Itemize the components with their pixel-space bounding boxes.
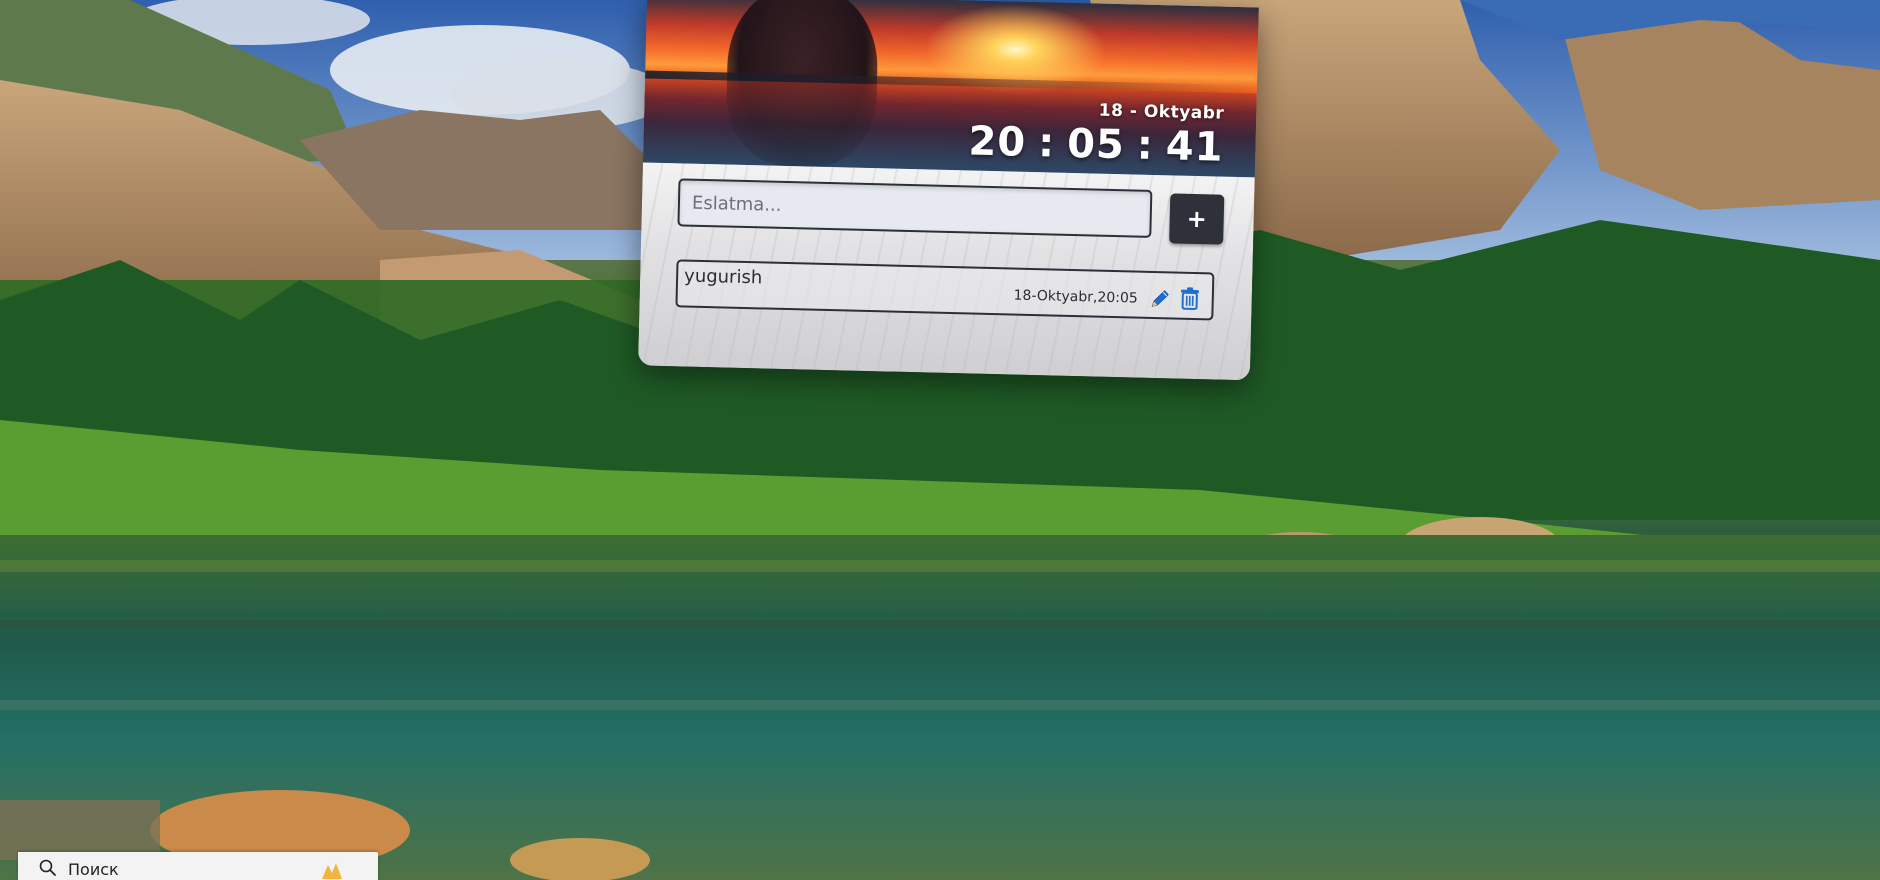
current-date: 18 - Oktyabr [1098, 100, 1225, 124]
search-highlight-icon [322, 863, 342, 879]
reminder-input[interactable] [677, 178, 1153, 238]
search-icon [39, 859, 56, 876]
add-reminder-button[interactable]: + [1169, 193, 1225, 245]
reminder-widget: 18 - Oktyabr 20:05:41 + yugurish 18-Okty… [637, 0, 1259, 381]
taskbar-search-box[interactable]: Поиск [18, 852, 378, 880]
reminder-text: yugurish [683, 265, 763, 289]
clock-minutes: 05 [1066, 120, 1126, 169]
reminder-list-item: yugurish 18-Oktyabr,20:05 [675, 259, 1215, 321]
pencil-icon[interactable] [1150, 287, 1173, 310]
clock-separator: : [1136, 122, 1155, 169]
widget-body: + yugurish 18-Oktyabr,20:05 [637, 162, 1255, 381]
search-placeholder: Поиск [68, 860, 119, 879]
reminder-form: + [677, 178, 1225, 245]
clock-hours: 20 [967, 118, 1027, 166]
widget-header-sunset: 18 - Oktyabr 20:05:41 [642, 0, 1259, 178]
clock-seconds: 41 [1165, 123, 1225, 171]
clock-separator: : [1037, 120, 1056, 167]
reminder-timestamp: 18-Oktyabr,20:05 [1013, 287, 1138, 307]
trash-icon[interactable] [1179, 287, 1200, 311]
digital-clock: 20:05:41 [968, 118, 1224, 170]
